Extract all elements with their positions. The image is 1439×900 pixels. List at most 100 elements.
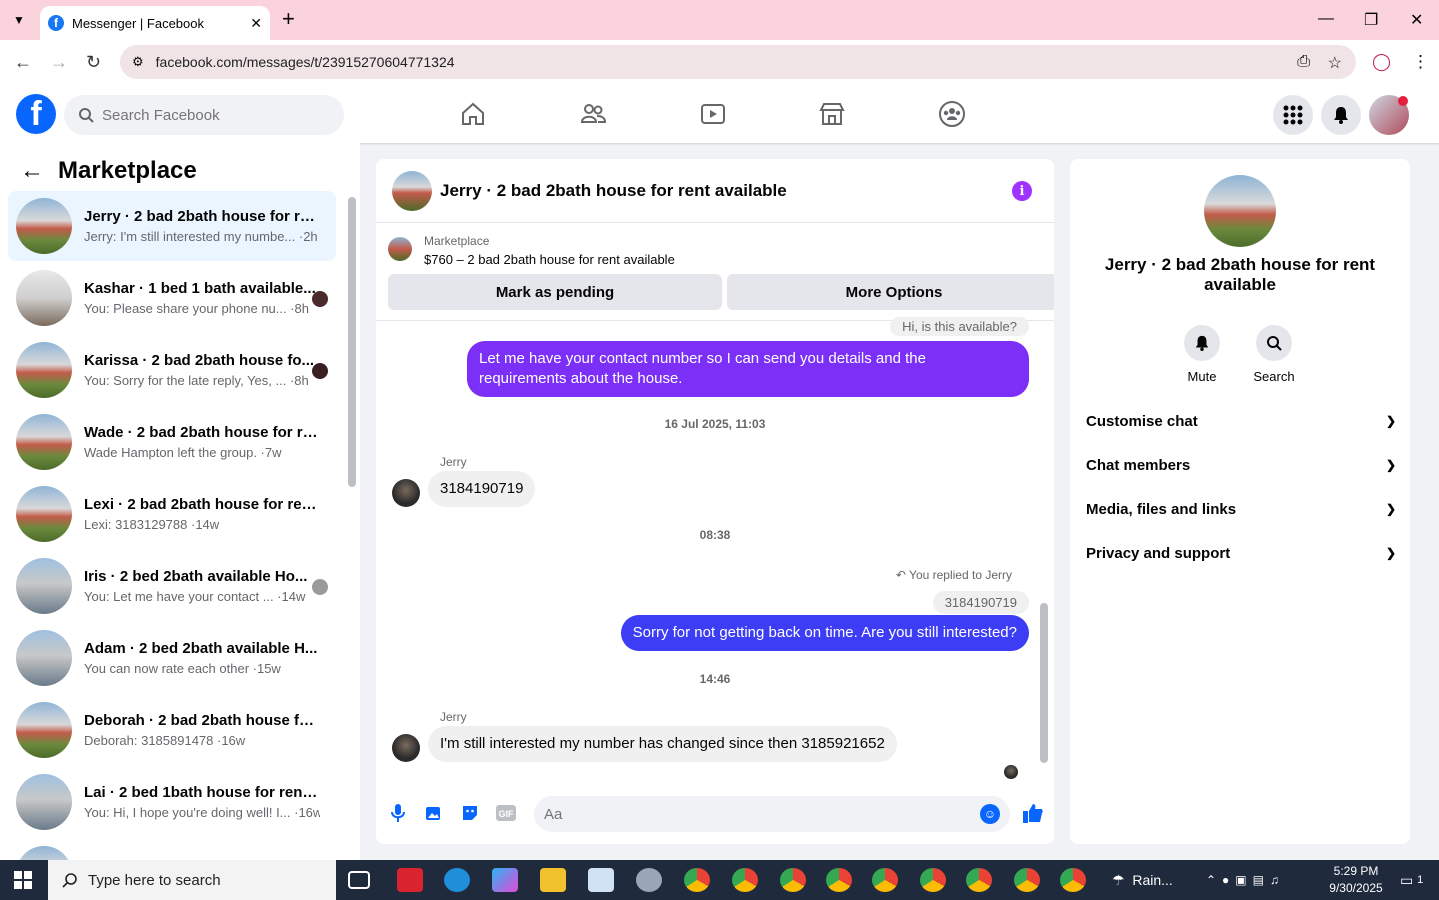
facebook-search[interactable] xyxy=(64,95,344,135)
back-button[interactable]: ← xyxy=(14,52,32,73)
sender-name: Jerry xyxy=(440,710,467,724)
site-info-icon[interactable]: ⚙ xyxy=(132,54,144,70)
sidebar-title: Marketplace xyxy=(58,157,197,184)
chrome-profile-icon[interactable] xyxy=(780,868,806,892)
chat-scrollbar[interactable] xyxy=(1040,603,1048,763)
copilot-icon[interactable] xyxy=(492,868,518,892)
profile-icon[interactable]: ◯ xyxy=(1372,52,1391,72)
friends-icon[interactable] xyxy=(579,100,607,128)
conversation-item[interactable]: Lexi · 2 bad 2bath house for rent... Lexi… xyxy=(8,479,336,549)
facebook-logo[interactable]: f xyxy=(16,94,56,134)
chrome-profile-icon[interactable] xyxy=(732,868,758,892)
conversation-preview: Deborah: 3185891478 ·16w xyxy=(84,733,246,748)
notification-center[interactable]: ▭ 1 xyxy=(1400,860,1423,900)
browser-menu-icon[interactable]: ⋮ xyxy=(1412,52,1429,72)
windows-start-icon[interactable] xyxy=(14,871,32,889)
conversation-item[interactable]: Wade · 2 bad 2bath house for re... Wade H… xyxy=(8,407,336,477)
new-tab-button[interactable]: + xyxy=(282,8,295,30)
browser-tab-strip: ▼ f Messenger | Facebook ✕ + — ❐ ✕ xyxy=(0,0,1439,40)
close-icon[interactable]: ✕ xyxy=(250,15,262,32)
chat-info-avatar[interactable] xyxy=(1204,175,1276,247)
incoming-message: I'm still interested my number has chang… xyxy=(428,726,897,762)
url-text[interactable]: facebook.com/messages/t/2391527060477132… xyxy=(156,54,455,70)
chrome-icon[interactable] xyxy=(684,868,710,892)
video-icon[interactable] xyxy=(699,100,727,128)
home-icon[interactable] xyxy=(459,100,487,128)
task-view-icon[interactable] xyxy=(348,871,370,889)
thumbs-up-icon[interactable] xyxy=(1020,800,1046,826)
seen-avatar xyxy=(312,291,328,307)
chrome-profile-icon[interactable] xyxy=(872,868,898,892)
umbrella-icon: ☂ xyxy=(1112,871,1125,888)
reload-button[interactable]: ↻ xyxy=(86,52,101,73)
chrome-profile-icon[interactable] xyxy=(920,868,946,892)
customise-chat-section[interactable]: Customise chat ❯ xyxy=(1086,409,1396,433)
message-input-box[interactable]: ☺ xyxy=(534,796,1010,832)
install-app-icon[interactable]: ⎙ xyxy=(1297,53,1310,71)
conversation-item[interactable]: Jerry · 2 bad 2bath house for re... Jerry… xyxy=(8,191,336,261)
wps-office-icon[interactable] xyxy=(397,868,423,892)
clock-time: 5:29 PM xyxy=(1333,864,1379,878)
marketplace-icon[interactable] xyxy=(818,100,846,128)
chat-avatar[interactable] xyxy=(392,170,432,211)
chat-panel: Jerry · 2 bad 2bath house for rent avail… xyxy=(376,159,1054,844)
listing-price-title[interactable]: $760 – 2 bad 2bath house for rent availa… xyxy=(424,252,675,267)
system-tray-icons[interactable]: ⌃●▣▤♫ xyxy=(1206,860,1285,900)
listing-thumbnail[interactable] xyxy=(388,237,412,261)
taskbar-search-placeholder: Type here to search xyxy=(88,871,221,889)
conversation-item[interactable]: Deborah · 2 bad 2bath house fo... Deborah… xyxy=(8,695,336,765)
sidebar-scrollbar[interactable] xyxy=(348,197,356,487)
taskbar-search[interactable]: Type here to search xyxy=(48,860,336,900)
search-input[interactable] xyxy=(102,106,322,124)
conversation-item[interactable]: Iris · 2 bed 2bath available Ho... You: L… xyxy=(8,551,336,621)
back-arrow-icon[interactable]: ← xyxy=(20,157,44,185)
forward-button[interactable]: → xyxy=(50,52,68,73)
conversation-item[interactable]: Kashar · 1 bed 1 bath available... You: P… xyxy=(8,263,336,333)
conversation-item[interactable]: Lai · 2 bed 1bath house for rent ... You:… xyxy=(8,767,336,837)
file-explorer-icon[interactable] xyxy=(540,868,566,892)
chat-members-section[interactable]: Chat members ❯ xyxy=(1086,453,1396,477)
conversation-item[interactable]: Adam · 2 bed 2bath available H... You can… xyxy=(8,623,336,693)
mark-as-pending-button[interactable]: Mark as pending xyxy=(388,274,722,310)
gif-icon[interactable]: GIF xyxy=(495,802,517,824)
restore-button[interactable]: ❐ xyxy=(1364,10,1378,30)
edge-icon[interactable] xyxy=(444,868,470,892)
privacy-support-section[interactable]: Privacy and support ❯ xyxy=(1086,541,1396,565)
microphone-icon[interactable] xyxy=(387,802,409,824)
section-label: Media, files and links xyxy=(1086,500,1237,518)
chrome-profile-icon[interactable] xyxy=(826,868,852,892)
search-in-chat-button[interactable]: Search xyxy=(1242,325,1306,384)
groups-icon[interactable] xyxy=(938,100,966,128)
weather-widget[interactable]: ☂ Rain... xyxy=(1112,860,1173,900)
chat-title[interactable]: Jerry · 2 bad 2bath house for rent avail… xyxy=(440,181,787,201)
tab-search-button[interactable]: ▼ xyxy=(6,8,32,32)
mute-button[interactable]: Mute xyxy=(1170,325,1234,384)
bookmark-star-icon[interactable]: ☆ xyxy=(1328,53,1342,73)
chrome-profile-icon[interactable] xyxy=(966,868,992,892)
address-bar[interactable]: ⚙ facebook.com/messages/t/23915270604771… xyxy=(120,45,1356,79)
app-icon[interactable] xyxy=(588,868,614,892)
conversation-item[interactable]: Karissa · 2 bad 2bath house fo... You: So… xyxy=(8,335,336,405)
conversation-item-partial[interactable] xyxy=(8,839,336,860)
sender-avatar[interactable] xyxy=(392,734,420,762)
close-window-button[interactable]: ✕ xyxy=(1410,10,1423,30)
sticker-icon[interactable] xyxy=(459,802,481,824)
taskbar-clock[interactable]: 5:29 PM 9/30/2025 xyxy=(1320,863,1392,897)
more-options-button[interactable]: More Options xyxy=(727,274,1054,310)
minimize-button[interactable]: — xyxy=(1318,10,1334,28)
emoji-icon[interactable]: ☺ xyxy=(980,804,1000,824)
message-input[interactable] xyxy=(544,805,944,823)
conversation-name: Karissa · 2 bad 2bath house fo... xyxy=(84,352,315,369)
media-files-links-section[interactable]: Media, files and links ❯ xyxy=(1086,497,1396,521)
notifications-button[interactable] xyxy=(1321,95,1361,135)
chrome-active-icon[interactable] xyxy=(1060,868,1086,892)
photo-icon[interactable] xyxy=(423,802,445,824)
app-icon[interactable] xyxy=(636,868,662,892)
sender-avatar[interactable] xyxy=(392,479,420,507)
browser-tab[interactable]: f Messenger | Facebook ✕ xyxy=(40,6,270,40)
info-icon[interactable]: i xyxy=(1012,181,1032,201)
conversation-preview: Jerry: I'm still interested my numbe... … xyxy=(84,229,318,244)
menu-grid-button[interactable] xyxy=(1273,95,1313,135)
message-composer: GIF ☺ xyxy=(376,792,1054,836)
chrome-profile-icon[interactable] xyxy=(1014,868,1040,892)
